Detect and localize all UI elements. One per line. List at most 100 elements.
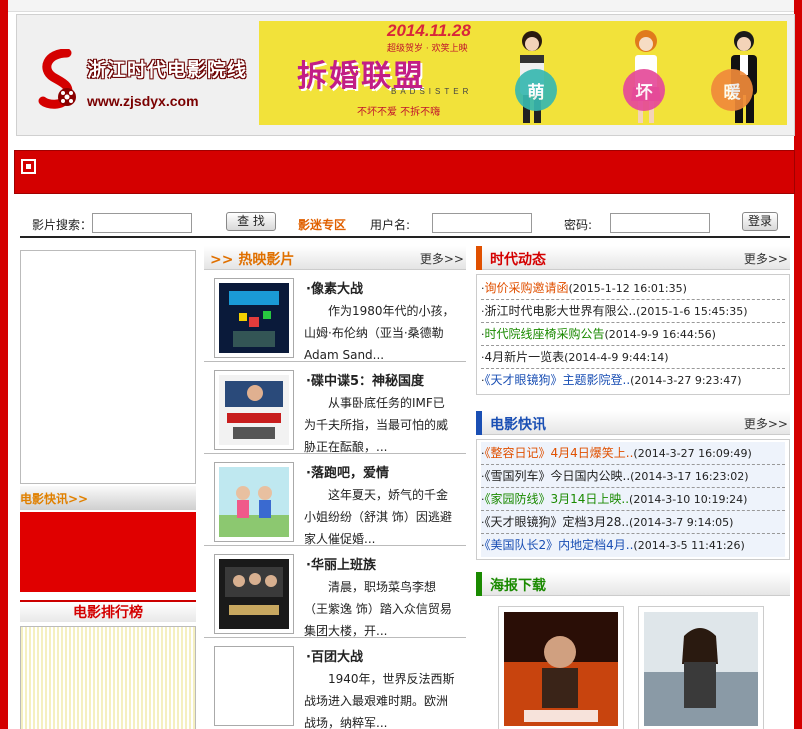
- news-item-title[interactable]: 时代院线座椅采购公告: [485, 327, 605, 341]
- left-news-header[interactable]: 电影快讯>>: [20, 486, 196, 510]
- banner-slogan: 不坏不爱 不拆不嗨: [357, 107, 441, 118]
- movie-desc: 1940年，世界反法西斯战场进入最艰难时期。欧洲战场，纳粹军...: [304, 672, 455, 729]
- movie-item[interactable]: ·华丽上班族 清晨，职场菜鸟李想（王紫逸 饰）踏入众信贸易集团大楼，开...: [204, 546, 466, 638]
- express-item-title[interactable]: 《美国队长2》内地定档4月..: [485, 538, 634, 552]
- poster-header: 海报下载: [476, 572, 790, 596]
- poster-gallery: [476, 600, 790, 729]
- movie-title[interactable]: ·落跑吧，爱情: [306, 462, 389, 481]
- password-input[interactable]: [610, 213, 710, 233]
- express-item-date: (2014-3-10 10:19:24): [629, 493, 748, 506]
- rank-title: 电影排行榜: [73, 605, 143, 621]
- express-item-title[interactable]: 《整容日记》4月4日爆笑上..: [485, 446, 634, 460]
- banner-date: 2014.11.28: [387, 21, 471, 40]
- news-item-title[interactable]: 询价采购邀请函: [485, 281, 569, 295]
- rank-header: 电影排行榜: [20, 600, 196, 622]
- news-list: ·询价采购邀请函(2015-1-12 16:01:35) ·浙江时代电影大世界有…: [476, 274, 790, 395]
- hot-films-more-link[interactable]: 更多>>: [420, 250, 464, 267]
- news-item-date: (2015-1-6 15:45:35): [636, 305, 748, 318]
- rank-list: [20, 626, 196, 729]
- news-item[interactable]: ·时代院线座椅采购公告(2014-9-9 16:44:56): [481, 323, 785, 346]
- express-more-link[interactable]: 更多>>: [744, 415, 788, 432]
- news-item-date: (2014-3-27 9:23:47): [630, 374, 742, 387]
- news-item-title[interactable]: 《天才眼镜狗》主题影院登..: [485, 373, 631, 387]
- news-title: 时代动态: [490, 252, 546, 268]
- news-item[interactable]: ·浙江时代电影大世界有限公..(2015-1-6 15:45:35): [481, 300, 785, 323]
- promo-banner[interactable]: 2014.11.28 超级贺岁 · 欢笑上映 拆婚联盟 BADSISTER 不坏…: [259, 21, 787, 125]
- movie-desc: 清晨，职场菜鸟李想（王紫逸 饰）踏入众信贸易集团大楼，开...: [304, 580, 452, 638]
- login-button[interactable]: 登录: [742, 212, 778, 231]
- username-input[interactable]: [432, 213, 532, 233]
- express-item-date: (2014-3-7 9:14:05): [629, 516, 734, 529]
- page: 浙江时代电影院线 www.zjsdyx.com 2014.11.28 超级贺岁 …: [8, 0, 795, 729]
- movie-item[interactable]: ·百团大战 1940年，世界反法西斯战场进入最艰难时期。欧洲战场，纳粹军...: [204, 638, 466, 729]
- hot-films-title: >> 热映影片: [210, 252, 295, 268]
- fan-zone-link[interactable]: 影迷专区: [298, 216, 346, 233]
- poster-accent-bar: [476, 572, 482, 596]
- express-item-date: (2014-3-27 16:09:49): [633, 447, 752, 460]
- movie-title[interactable]: ·碟中谍5：神秘国度: [306, 370, 424, 389]
- movie-title[interactable]: ·华丽上班族: [306, 554, 376, 573]
- movie-poster-thumb[interactable]: [214, 462, 294, 542]
- express-item-title[interactable]: 《家园防线》3月14日上映..: [485, 492, 630, 506]
- left-empty-panel: [20, 250, 196, 484]
- right-column: 时代动态 更多>> ·询价采购邀请函(2015-1-12 16:01:35) ·…: [476, 246, 790, 729]
- banner-tag-2: 坏: [623, 69, 665, 111]
- movie-desc: 从事卧底任务的IMF已为千夫所指，当最可怕的威胁正在酝酿，...: [304, 396, 449, 454]
- news-item[interactable]: ·询价采购邀请函(2015-1-12 16:01:35): [481, 277, 785, 300]
- express-item[interactable]: ·《家园防线》3月14日上映..(2014-3-10 10:19:24): [481, 488, 785, 511]
- top-strip: [8, 0, 794, 12]
- header: 浙江时代电影院线 www.zjsdyx.com 2014.11.28 超级贺岁 …: [16, 14, 795, 136]
- news-item[interactable]: ·4月新片一览表(2014-4-9 9:44:14): [481, 346, 785, 369]
- logo-title: 浙江时代电影院线: [87, 59, 248, 81]
- banner-tag-3: 暖: [711, 69, 753, 111]
- news-item-title[interactable]: 4月新片一览表: [485, 350, 565, 364]
- news-item-date: (2014-9-9 16:44:56): [604, 328, 716, 341]
- express-item[interactable]: ·《天才眼镜狗》定档3月28..(2014-3-7 9:14:05): [481, 511, 785, 534]
- movie-poster-thumb[interactable]: [214, 370, 294, 450]
- express-item[interactable]: ·《雪国列车》今日国内公映..(2014-3-17 16:23:02): [481, 465, 785, 488]
- movie-poster-thumb[interactable]: [214, 554, 294, 634]
- express-item-title[interactable]: 《天才眼镜狗》定档3月28..: [485, 515, 630, 529]
- nav-bar: [14, 150, 795, 194]
- news-item-date: (2015-1-12 16:01:35): [568, 282, 687, 295]
- site-logo[interactable]: 浙江时代电影院线 www.zjsdyx.com: [37, 45, 261, 125]
- logo-url: www.zjsdyx.com: [87, 93, 199, 109]
- menu-box-icon[interactable]: [21, 159, 36, 174]
- movie-title[interactable]: ·像素大战: [306, 278, 363, 297]
- movie-title[interactable]: ·百团大战: [306, 646, 363, 665]
- poster-image: [504, 612, 618, 726]
- movie-item[interactable]: ·像素大战 作为1980年代的小孩，山姆·布伦纳（亚当·桑德勒 Adam San…: [204, 270, 466, 362]
- movie-item[interactable]: ·碟中谍5：神秘国度 从事卧底任务的IMF已为千夫所指，当最可怕的威胁正在酝酿，…: [204, 362, 466, 454]
- movie-poster-image: [219, 375, 289, 445]
- poster-image: [644, 612, 758, 726]
- poster-card[interactable]: [498, 606, 624, 729]
- express-item-date: (2014-3-17 16:23:02): [630, 470, 749, 483]
- password-label: 密码:: [564, 218, 593, 232]
- movie-poster-thumb[interactable]: [214, 278, 294, 358]
- poster-card[interactable]: [638, 606, 764, 729]
- left-column: 电影快讯>> 电影排行榜: [20, 250, 196, 729]
- hot-films-section: >> 热映影片 更多>> ·像素大战 作为1980年代的小孩，山姆·布伦纳（亚当…: [204, 246, 466, 729]
- movie-item[interactable]: ·落跑吧，爱情 这年夏天，娇气的千金小姐纷纷（舒淇 饰）因逃避家人催促婚...: [204, 454, 466, 546]
- news-item[interactable]: ·《天才眼镜狗》主题影院登..(2014-3-27 9:23:47): [481, 369, 785, 392]
- news-item-title[interactable]: 浙江时代电影大世界有限公..: [485, 304, 637, 318]
- express-item[interactable]: ·《美国队长2》内地定档4月..(2014-3-5 11:41:26): [481, 534, 785, 557]
- film-search-label: 影片搜索：: [32, 218, 93, 232]
- news-more-link[interactable]: 更多>>: [744, 250, 788, 267]
- left-news-title: 电影快讯>>: [20, 492, 89, 506]
- express-item[interactable]: ·《整容日记》4月4日爆笑上..(2014-3-27 16:09:49): [481, 442, 785, 465]
- news-accent-bar: [476, 246, 482, 270]
- left-news-panel: [20, 512, 196, 592]
- film-search-input[interactable]: [92, 213, 192, 233]
- express-accent-bar: [476, 411, 482, 435]
- hot-films-header: >> 热映影片 更多>>: [204, 246, 466, 270]
- poster-title: 海报下载: [490, 578, 546, 594]
- username-label: 用户名:: [370, 218, 411, 232]
- movie-poster-image: [219, 559, 289, 629]
- news-item-date: (2014-4-9 9:44:14): [564, 351, 669, 364]
- search-button[interactable]: 查 找: [226, 212, 276, 231]
- search-login-row: 影片搜索： 查 找 影迷专区 用户名: 密码: 登录: [20, 208, 790, 238]
- express-item-date: (2014-3-5 11:41:26): [633, 539, 745, 552]
- express-item-title[interactable]: 《雪国列车》今日国内公映..: [485, 469, 631, 483]
- movie-poster-thumb[interactable]: [214, 646, 294, 726]
